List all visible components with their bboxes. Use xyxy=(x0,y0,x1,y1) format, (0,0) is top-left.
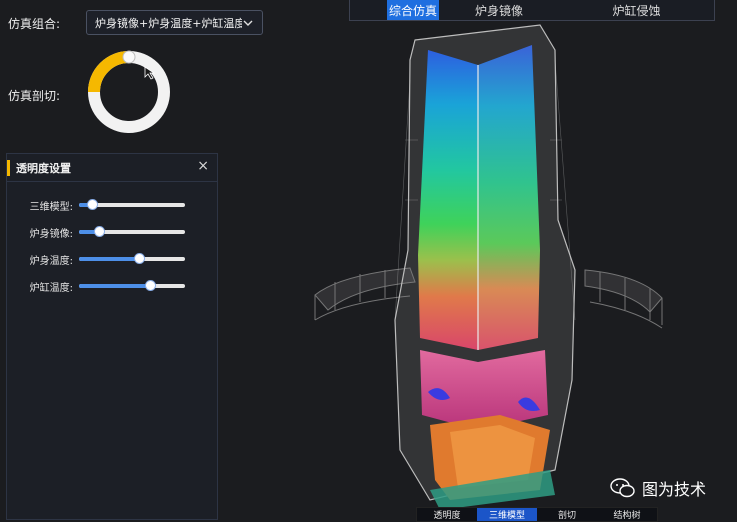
platform-right xyxy=(584,269,663,329)
tab-integrated-sim[interactable]: 综合仿真 xyxy=(387,0,439,20)
ring-handle[interactable] xyxy=(122,50,136,64)
shaft-temp-left xyxy=(418,50,478,350)
row-label: 炉身镜像: xyxy=(29,228,73,240)
row-shaft-mirror: 炉身镜像: xyxy=(7,225,217,240)
slider-thumb[interactable] xyxy=(134,253,146,264)
watermark-text: 图为技术 xyxy=(642,480,707,499)
wechat-icon xyxy=(610,478,635,498)
nav-transparency[interactable]: 透明度 xyxy=(417,508,477,521)
slider-3d-model[interactable] xyxy=(79,199,185,210)
nav-3d-model[interactable]: 三维模型 xyxy=(477,508,537,521)
watermark: 图为技术 xyxy=(610,476,706,500)
row-label: 炉缸温度: xyxy=(29,282,73,294)
shaft-temp-right xyxy=(478,45,540,350)
furnace-3d-view[interactable] xyxy=(300,20,680,520)
row-3d-model: 三维模型: xyxy=(7,198,217,213)
sim-combo-label: 仿真组合: xyxy=(8,17,61,31)
transparency-panel: 透明度设置 × 三维模型: 炉身镜像: 炉身温度: 炉缸温度: xyxy=(6,153,218,520)
sim-combo-value: 炉身镜像+炉身温度+炉缸温度 xyxy=(95,16,242,30)
panel-title: 透明度设置 xyxy=(16,161,71,175)
chevron-down-icon xyxy=(243,20,253,26)
tab-hearth-erosion[interactable]: 炉缸侵蚀 xyxy=(559,0,714,20)
slider-shaft-temp[interactable] xyxy=(79,253,185,264)
slider-shaft-mirror[interactable] xyxy=(79,226,185,237)
panel-header: 透明度设置 × xyxy=(7,154,217,182)
close-icon[interactable]: × xyxy=(197,158,209,174)
sim-cut-label: 仿真剖切: xyxy=(8,89,61,103)
nav-structure-tree[interactable]: 结构树 xyxy=(597,508,657,521)
ring-progress xyxy=(88,51,130,93)
row-hearth-temp: 炉缸温度: xyxy=(7,279,217,294)
slider-fill xyxy=(79,284,152,288)
top-tab-bar: 综合仿真 炉身镜像 炉缸侵蚀 xyxy=(349,0,715,21)
slider-thumb[interactable] xyxy=(145,280,157,291)
row-label: 三维模型: xyxy=(29,201,73,213)
panel-accent-bar xyxy=(7,159,10,176)
nav-section-cut[interactable]: 剖切 xyxy=(537,508,597,521)
slider-thumb[interactable] xyxy=(94,226,106,237)
slider-hearth-temp[interactable] xyxy=(79,280,185,291)
sim-combo-select[interactable]: 炉身镜像+炉身温度+炉缸温度 xyxy=(86,10,263,35)
slider-fill xyxy=(79,257,141,261)
row-label: 炉身温度: xyxy=(29,255,73,267)
cut-angle-ring[interactable] xyxy=(87,50,171,134)
tab-shaft-mirror[interactable]: 炉身镜像 xyxy=(439,0,559,20)
row-shaft-temp: 炉身温度: xyxy=(7,252,217,267)
slider-thumb[interactable] xyxy=(86,199,98,210)
